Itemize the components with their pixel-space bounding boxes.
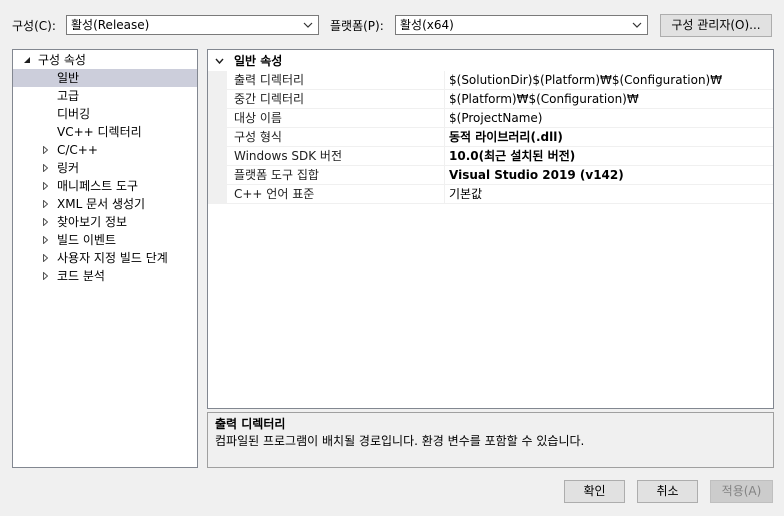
collapsed-triangle-icon[interactable] bbox=[43, 218, 48, 226]
row-margin bbox=[208, 71, 227, 90]
tree-item-label: 사용자 지정 빌드 단계 bbox=[57, 251, 168, 265]
description-text: 컴파일된 프로그램이 배치될 경로입니다. 환경 변수를 포함할 수 있습니다. bbox=[215, 434, 585, 448]
chevron-down-icon bbox=[303, 22, 313, 28]
tree-item[interactable]: C/C++ bbox=[13, 141, 197, 159]
property-row[interactable]: 플랫폼 도구 집합 Visual Studio 2019 (v142) bbox=[208, 166, 773, 185]
chevron-down-icon[interactable] bbox=[215, 58, 224, 64]
property-value[interactable]: $(ProjectName) bbox=[449, 109, 542, 127]
description-title: 출력 디렉터리 bbox=[215, 417, 286, 431]
tree-item-label: 고급 bbox=[57, 89, 80, 103]
tree-root-label: 구성 속성 bbox=[38, 53, 86, 67]
tree-item-label: XML 문서 생성기 bbox=[57, 197, 146, 211]
property-value[interactable]: $(SolutionDir)$(Platform)₩$(Configuratio… bbox=[449, 71, 722, 89]
row-divider bbox=[227, 203, 773, 204]
row-margin bbox=[208, 166, 227, 185]
tree-item[interactable]: 링커 bbox=[13, 159, 197, 177]
column-divider bbox=[444, 185, 445, 204]
tree-item[interactable]: 빌드 이벤트 bbox=[13, 231, 197, 249]
tree-item-label: 찾아보기 정보 bbox=[57, 215, 128, 229]
property-name: C++ 언어 표준 bbox=[234, 187, 315, 201]
column-divider bbox=[444, 71, 445, 90]
collapsed-triangle-icon[interactable] bbox=[43, 182, 48, 190]
platform-label: 플랫폼(P): bbox=[330, 19, 384, 33]
tree-item[interactable]: 매니페스트 도구 bbox=[13, 177, 197, 195]
property-name: 플랫폼 도구 집합 bbox=[234, 168, 319, 182]
tree-item-label: 빌드 이벤트 bbox=[57, 233, 117, 247]
expanded-triangle-icon[interactable] bbox=[23, 57, 31, 64]
tree-item[interactable]: VC++ 디렉터리 bbox=[13, 123, 197, 141]
apply-button[interactable]: 적용(A) bbox=[710, 480, 773, 503]
tree-item[interactable]: 고급 bbox=[13, 87, 197, 105]
property-value[interactable]: $(Platform)₩$(Configuration)₩ bbox=[449, 90, 639, 108]
property-row[interactable]: 구성 형식 동적 라이브러리(.dll) bbox=[208, 128, 773, 147]
platform-select-value: 활성(x64) bbox=[400, 18, 454, 32]
property-row[interactable]: 대상 이름 $(ProjectName) bbox=[208, 109, 773, 128]
tree-item-label: 코드 분석 bbox=[57, 269, 105, 283]
property-row[interactable]: Windows SDK 버전 10.0(최근 설치된 버전) bbox=[208, 147, 773, 166]
property-value[interactable]: 10.0(최근 설치된 버전) bbox=[449, 147, 575, 165]
configuration-manager-button[interactable]: 구성 관리자(O)... bbox=[660, 14, 772, 37]
column-divider bbox=[444, 128, 445, 147]
tree-item[interactable]: 코드 분석 bbox=[13, 267, 197, 285]
property-row[interactable]: 중간 디렉터리 $(Platform)₩$(Configuration)₩ bbox=[208, 90, 773, 109]
row-margin bbox=[208, 109, 227, 128]
tree-item-label: 매니페스트 도구 bbox=[57, 179, 139, 193]
configuration-select[interactable]: 활성(Release) bbox=[66, 15, 319, 35]
cancel-button[interactable]: 취소 bbox=[637, 480, 698, 503]
property-tree[interactable]: 구성 속성 일반고급디버깅 VC++ 디렉터리 C/C++ 링커매니페스트 도구 XML… bbox=[12, 49, 198, 468]
tree-root-configuration-properties[interactable]: 구성 속성 bbox=[13, 51, 197, 69]
tree-item-label: 디버깅 bbox=[57, 107, 91, 121]
tree-item[interactable]: 사용자 지정 빌드 단계 bbox=[13, 249, 197, 267]
collapsed-triangle-icon[interactable] bbox=[43, 164, 48, 172]
property-name: 구성 형식 bbox=[234, 130, 282, 144]
property-row[interactable]: C++ 언어 표준 기본값 bbox=[208, 185, 773, 204]
tree-item[interactable]: 일반 bbox=[13, 69, 197, 87]
column-divider bbox=[444, 90, 445, 109]
category-general-properties[interactable]: 일반 속성 bbox=[208, 52, 773, 71]
tree-item-label: VC++ 디렉터리 bbox=[57, 125, 142, 139]
collapsed-triangle-icon[interactable] bbox=[43, 272, 48, 280]
row-margin bbox=[208, 90, 227, 109]
tree-item-label: 일반 bbox=[57, 71, 80, 85]
tree-item-label: 링커 bbox=[57, 161, 80, 175]
chevron-down-icon bbox=[632, 22, 642, 28]
collapsed-triangle-icon[interactable] bbox=[43, 200, 48, 208]
ok-button[interactable]: 확인 bbox=[564, 480, 625, 503]
property-value[interactable]: 기본값 bbox=[449, 185, 482, 203]
property-name: 중간 디렉터리 bbox=[234, 92, 305, 106]
configuration-label: 구성(C): bbox=[12, 19, 56, 33]
platform-select[interactable]: 활성(x64) bbox=[395, 15, 648, 35]
row-margin bbox=[208, 147, 227, 166]
property-row[interactable]: 출력 디렉터리 $(SolutionDir)$(Platform)₩$(Confi… bbox=[208, 71, 773, 90]
property-name: 대상 이름 bbox=[234, 111, 282, 125]
tree-item[interactable]: XML 문서 생성기 bbox=[13, 195, 197, 213]
row-margin bbox=[208, 185, 227, 204]
property-grid[interactable]: 일반 속성 출력 디렉터리 $(SolutionDir)$(Platform)₩$… bbox=[207, 49, 774, 409]
row-margin bbox=[208, 128, 227, 147]
tree-item[interactable]: 디버깅 bbox=[13, 105, 197, 123]
collapsed-triangle-icon[interactable] bbox=[43, 236, 48, 244]
property-value[interactable]: 동적 라이브러리(.dll) bbox=[449, 128, 563, 146]
tree-item[interactable]: 찾아보기 정보 bbox=[13, 213, 197, 231]
configuration-select-value: 활성(Release) bbox=[71, 18, 150, 32]
property-value[interactable]: Visual Studio 2019 (v142) bbox=[449, 166, 624, 184]
property-name: Windows SDK 버전 bbox=[234, 149, 343, 163]
description-panel: 출력 디렉터리 컴파일된 프로그램이 배치될 경로입니다. 환경 변수를 포함할… bbox=[207, 412, 774, 468]
collapsed-triangle-icon[interactable] bbox=[43, 254, 48, 262]
column-divider bbox=[444, 166, 445, 185]
tree-item-label: C/C++ bbox=[57, 143, 98, 157]
collapsed-triangle-icon[interactable] bbox=[43, 146, 48, 154]
property-name: 출력 디렉터리 bbox=[234, 73, 305, 87]
column-divider bbox=[444, 109, 445, 128]
column-divider bbox=[444, 147, 445, 166]
category-label: 일반 속성 bbox=[234, 54, 283, 68]
